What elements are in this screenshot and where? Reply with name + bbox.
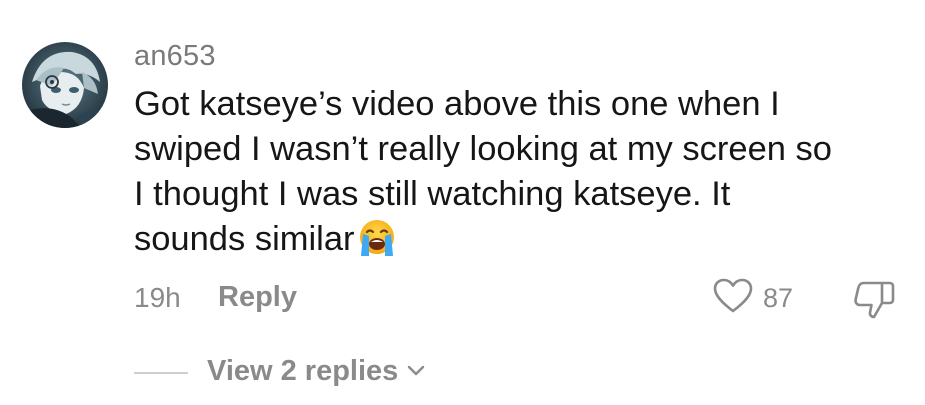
thumbs-down-icon — [852, 281, 896, 325]
comment-username[interactable]: an653 — [134, 38, 216, 74]
comment-text-line: Got katseye’s video above this one when … — [134, 85, 780, 123]
like-count: 87 — [763, 282, 794, 313]
comment-text-line: sounds similar — [134, 220, 355, 258]
comment-text-line-last: sounds similar — [134, 217, 904, 270]
heart-icon — [713, 278, 753, 319]
comment-text-line: I thought I was still watching katseye. … — [134, 175, 731, 213]
replies-divider — [134, 372, 188, 374]
dislike-button[interactable] — [852, 279, 896, 321]
avatar[interactable] — [22, 42, 108, 128]
view-replies-button[interactable]: View 2 replies — [207, 352, 426, 390]
avatar-image — [22, 42, 108, 128]
chevron-down-icon — [406, 364, 426, 383]
comment-text-line: swiped I wasn’t really looking at my scr… — [134, 130, 832, 168]
comment-timestamp: 19h — [134, 282, 181, 313]
view-replies-label: View 2 replies — [207, 355, 399, 387]
comment-text: Got katseye’s video above this one when … — [134, 82, 904, 270]
comment-item: an653 Got katseye’s video above this one… — [0, 0, 925, 405]
like-button[interactable]: 87 — [713, 278, 793, 318]
reply-button[interactable]: Reply — [218, 280, 297, 314]
loudly-crying-face-icon — [357, 218, 397, 270]
